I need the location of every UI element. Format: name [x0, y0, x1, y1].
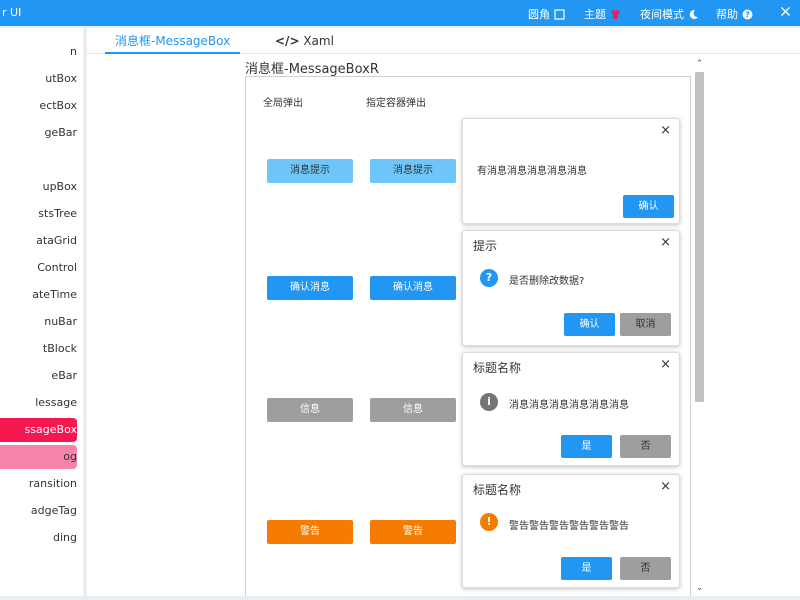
sidebar-item[interactable]: ectBox — [0, 94, 77, 118]
title-bar: r UI 圆角 主题 夜间模式 帮助 ? — [0, 0, 800, 26]
tab-demo[interactable]: 消息框-MessageBox — [105, 28, 241, 54]
sidebar-item[interactable]: ding — [0, 526, 77, 550]
global-confirm-button[interactable]: 确认消息 — [267, 276, 353, 300]
sidebar-item-messagebox[interactable]: ssageBox — [0, 418, 77, 442]
sidebar-item[interactable]: n — [0, 40, 77, 64]
dialog-no-button[interactable]: 否 — [620, 557, 671, 580]
dialog-ok-button[interactable]: 确认 — [623, 195, 674, 218]
dialog-message: 是否删除改数据? — [509, 276, 585, 287]
dialog-yes-button[interactable]: 是 — [561, 557, 612, 580]
global-warning-button[interactable]: 警告 — [267, 520, 353, 544]
vertical-scrollbar[interactable]: ⌃ ⌄ — [693, 60, 705, 594]
sidebar-item[interactable]: nuBar — [0, 310, 77, 334]
moon-icon — [688, 9, 699, 20]
scroll-thumb[interactable] — [695, 72, 704, 402]
global-message-button[interactable]: 信息 — [267, 398, 353, 422]
sidebar-item[interactable]: stsTree — [0, 202, 77, 226]
sidebar-item[interactable]: tBlock — [0, 337, 77, 361]
sidebar-item[interactable]: ransition — [0, 472, 77, 496]
sidebar-item[interactable]: og — [0, 445, 77, 469]
sidebar-item[interactable]: geBar — [0, 121, 77, 145]
code-icon: </> — [275, 34, 300, 48]
dialog-message: 警告警告警告警告警告警告 — [509, 521, 629, 532]
close-icon[interactable]: × — [660, 357, 671, 373]
sidebar-item[interactable]: upBox — [0, 175, 77, 199]
sidebar-item[interactable]: adgeTag — [0, 499, 77, 523]
dialog-title: 标题名称 — [473, 361, 522, 375]
container-message-button[interactable]: 信息 — [370, 398, 456, 422]
app-title: r UI — [2, 6, 22, 19]
theme-button[interactable]: 主题 — [584, 6, 621, 22]
close-icon[interactable]: × — [660, 479, 671, 495]
message-dialog: 标题名称 × i 消息消息消息消息消息消息 是 否 — [462, 352, 680, 466]
column-label-global: 全局弹出 — [263, 98, 303, 109]
close-icon[interactable]: × — [660, 235, 671, 251]
sidebar: n utBox ectBox geBar upBox stsTree ataGr… — [0, 28, 83, 596]
close-icon — [780, 6, 791, 17]
scroll-up-icon[interactable]: ⌃ — [695, 60, 704, 69]
dialog-message: 消息消息消息消息消息消息 — [509, 400, 629, 411]
tab-bar: 消息框-MessageBox </> Xaml — [87, 28, 800, 54]
info-icon: i — [480, 393, 498, 411]
question-icon: ? — [480, 269, 498, 287]
container-confirm-button[interactable]: 确认消息 — [370, 276, 456, 300]
sidebar-item[interactable]: ateTime — [0, 283, 77, 307]
info-dialog: × 有消息消息消息消息消息 确认 — [462, 118, 680, 224]
sidebar-item[interactable]: eBar — [0, 364, 77, 388]
help-button[interactable]: 帮助 ? — [716, 6, 753, 22]
global-info-button[interactable]: 消息提示 — [267, 159, 353, 183]
tab-xaml[interactable]: </> Xaml — [265, 28, 344, 54]
warning-dialog: 标题名称 × ! 警告警告警告警告警告警告 是 否 — [462, 474, 680, 588]
main-panel: 消息框-MessageBox </> Xaml 消息框-MessageBoxR … — [87, 28, 800, 596]
square-icon — [554, 8, 565, 20]
help-label: 帮助 — [716, 8, 738, 21]
sidebar-item[interactable]: lessage — [0, 391, 77, 415]
dialog-ok-button[interactable]: 确认 — [564, 313, 615, 336]
page-title: 消息框-MessageBoxR — [245, 62, 379, 77]
container-warning-button[interactable]: 警告 — [370, 520, 456, 544]
sidebar-item[interactable]: Control — [0, 256, 77, 280]
night-mode-toggle[interactable]: 夜间模式 — [640, 6, 699, 22]
corner-label: 圆角 — [528, 8, 550, 21]
dialog-title: 标题名称 — [473, 483, 522, 497]
container-info-button[interactable]: 消息提示 — [370, 159, 456, 183]
dialog-yes-button[interactable]: 是 — [561, 435, 612, 458]
content-area: n utBox ectBox geBar upBox stsTree ataGr… — [0, 26, 800, 600]
dialog-title: 提示 — [473, 239, 498, 253]
scroll-down-icon[interactable]: ⌄ — [695, 584, 704, 593]
sidebar-item[interactable]: utBox — [0, 67, 77, 91]
warning-icon: ! — [480, 513, 498, 531]
close-window-button[interactable] — [780, 6, 791, 17]
confirm-dialog: 提示 × ? 是否删除改数据? 确认 取消 — [462, 230, 680, 346]
column-label-container: 指定容器弹出 — [366, 98, 426, 109]
tshirt-icon — [610, 9, 621, 20]
theme-label: 主题 — [584, 8, 606, 21]
dialog-no-button[interactable]: 否 — [620, 435, 671, 458]
corner-toggle[interactable]: 圆角 — [528, 6, 565, 22]
help-circle-icon: ? — [742, 9, 753, 20]
close-icon[interactable]: × — [660, 123, 671, 139]
night-label: 夜间模式 — [640, 8, 684, 21]
sidebar-item[interactable]: ataGrid — [0, 229, 77, 253]
dialog-message: 有消息消息消息消息消息 — [477, 166, 587, 177]
dialog-cancel-button[interactable]: 取消 — [620, 313, 671, 336]
svg-text:?: ? — [745, 10, 750, 19]
sidebar-item[interactable] — [0, 148, 77, 172]
